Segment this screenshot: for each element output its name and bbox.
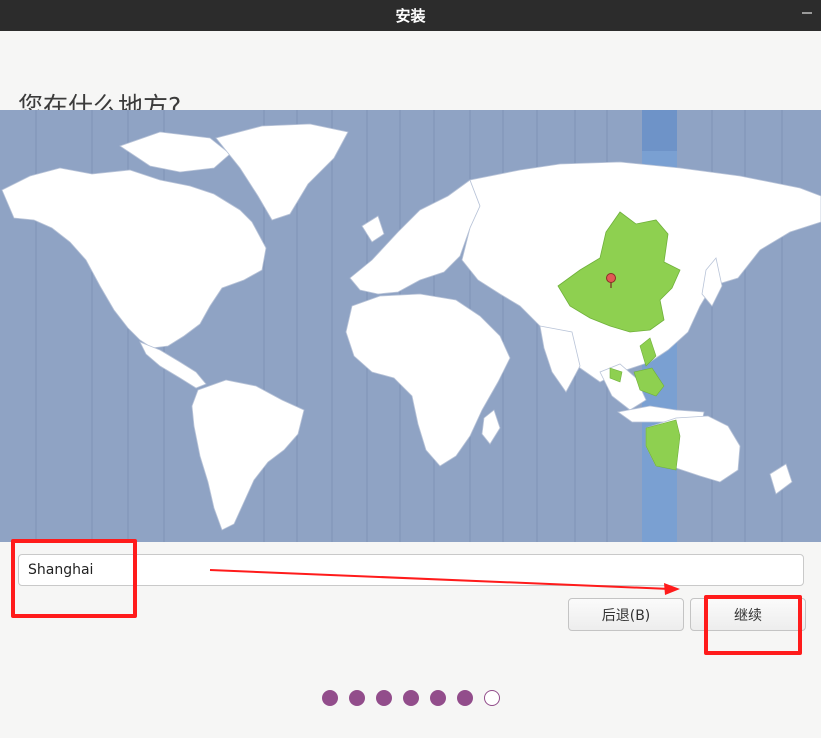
progress-dot [430, 690, 446, 706]
window-titlebar: 安装 [0, 0, 821, 31]
progress-dot [457, 690, 473, 706]
progress-dots [322, 690, 500, 708]
timezone-map[interactable] [0, 110, 821, 542]
page-header: 您在什么地方? [0, 31, 821, 121]
annotation-box-input [11, 539, 137, 618]
minimize-icon[interactable] [802, 12, 812, 14]
window-title: 安装 [395, 7, 426, 25]
progress-dot [322, 690, 338, 706]
progress-dot-current [484, 690, 500, 706]
back-button[interactable]: 后退(B) [568, 598, 684, 631]
world-map[interactable] [0, 110, 821, 542]
annotation-box-continue [704, 595, 802, 655]
progress-dot [403, 690, 419, 706]
progress-dot [349, 690, 365, 706]
progress-dot [376, 690, 392, 706]
